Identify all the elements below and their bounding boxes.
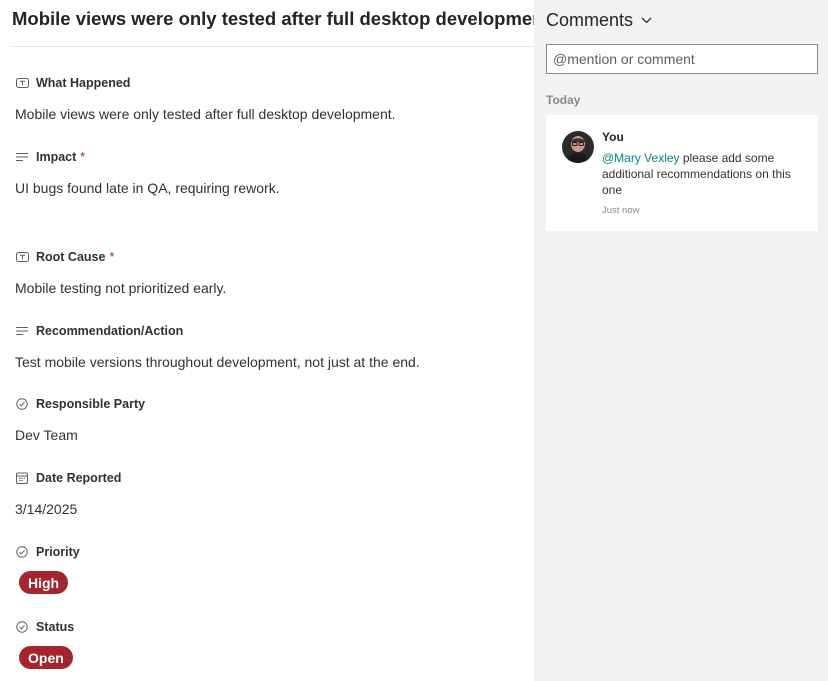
field-label-status: Status bbox=[15, 620, 74, 634]
comments-group-label: Today bbox=[546, 93, 581, 107]
comment-timestamp: Just now bbox=[602, 205, 640, 216]
comments-header[interactable]: Comments bbox=[546, 10, 652, 31]
field-label-recommendation: Recommendation/Action bbox=[15, 324, 183, 338]
comments-title: Comments bbox=[546, 10, 634, 30]
comments-panel: Comments Today You @Mary Vexley please a… bbox=[534, 0, 828, 681]
choice-check-icon bbox=[15, 620, 29, 634]
choice-check-icon bbox=[15, 545, 29, 559]
comment-input[interactable] bbox=[546, 44, 818, 74]
field-label-what-happened: What Happened bbox=[15, 76, 130, 90]
field-label-priority: Priority bbox=[15, 545, 80, 559]
field-label-date-reported: Date Reported bbox=[15, 471, 121, 485]
required-marker: * bbox=[109, 250, 115, 264]
text-field-icon bbox=[15, 76, 29, 90]
calendar-icon bbox=[15, 471, 29, 485]
mention-link[interactable]: @Mary Vexley bbox=[602, 151, 680, 165]
text-field-icon bbox=[15, 250, 29, 264]
field-label-impact: Impact * bbox=[15, 150, 85, 164]
choice-check-icon bbox=[15, 397, 29, 411]
field-label-responsible-party: Responsible Party bbox=[15, 397, 145, 411]
avatar bbox=[562, 131, 594, 163]
item-detail-panel: Mobile views were only tested after full… bbox=[0, 0, 555, 681]
field-value-what-happened[interactable]: Mobile views were only tested after full… bbox=[15, 106, 396, 122]
multiline-text-icon bbox=[15, 324, 29, 338]
required-marker: * bbox=[80, 150, 86, 164]
field-value-root-cause[interactable]: Mobile testing not prioritized early. bbox=[15, 280, 226, 296]
field-label-root-cause: Root Cause * bbox=[15, 250, 114, 264]
priority-badge[interactable]: High bbox=[19, 571, 69, 594]
page-title: Mobile views were only tested after full… bbox=[12, 8, 555, 29]
status-badge[interactable]: Open bbox=[19, 646, 73, 669]
comment-text: @Mary Vexley please add some additional … bbox=[602, 150, 792, 198]
field-value-recommendation[interactable]: Test mobile versions throughout developm… bbox=[15, 354, 420, 370]
title-divider bbox=[12, 46, 534, 47]
multiline-text-icon bbox=[15, 150, 29, 164]
field-value-date-reported[interactable]: 3/14/2025 bbox=[15, 501, 77, 517]
chevron-down-icon[interactable] bbox=[641, 17, 652, 24]
field-value-responsible-party[interactable]: Dev Team bbox=[15, 427, 78, 443]
comment-card: You @Mary Vexley please add some additio… bbox=[546, 115, 818, 231]
field-value-impact[interactable]: UI bugs found late in QA, requiring rewo… bbox=[15, 180, 280, 196]
comment-author: You bbox=[602, 130, 624, 144]
